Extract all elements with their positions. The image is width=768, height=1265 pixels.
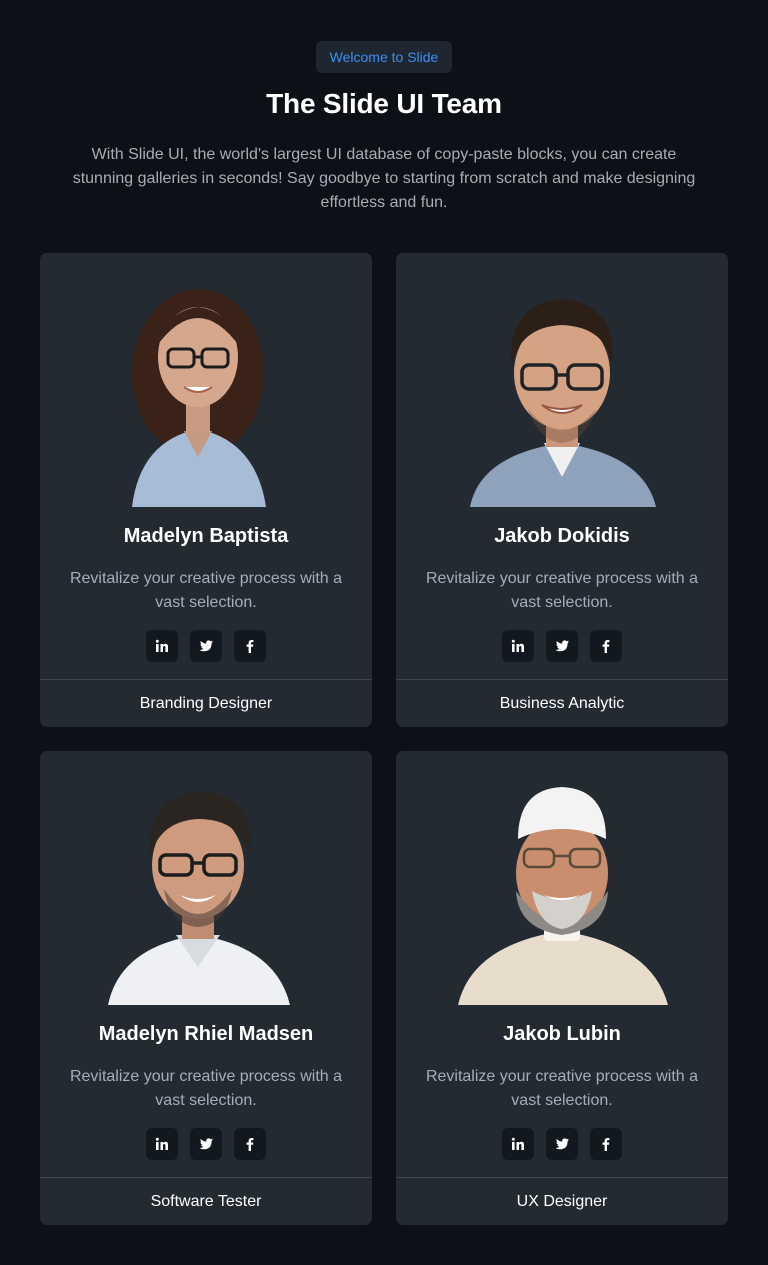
team-section: Welcome to Slide The Slide UI Team With …: [0, 0, 768, 1265]
page-title: The Slide UI Team: [266, 88, 502, 119]
twitter-icon[interactable]: [546, 1128, 578, 1160]
member-role: Business Analytic: [499, 694, 625, 712]
team-card: Jakob Dokidis Revitalize your creative p…: [396, 253, 728, 727]
facebook-icon[interactable]: [590, 630, 622, 662]
member-description: Revitalize your creative process with a …: [69, 570, 343, 611]
member-photo: [436, 779, 688, 1005]
linkedin-icon[interactable]: [502, 1128, 534, 1160]
facebook-icon[interactable]: [234, 630, 266, 662]
member-photo: [80, 281, 332, 507]
member-photo: [436, 281, 688, 507]
facebook-icon[interactable]: [234, 1128, 266, 1160]
member-name: Jakob Dokidis: [494, 525, 630, 547]
facebook-icon[interactable]: [590, 1128, 622, 1160]
member-photo: [80, 779, 332, 1005]
member-description: Revitalize your creative process with a …: [425, 570, 699, 611]
linkedin-icon[interactable]: [146, 1128, 178, 1160]
twitter-icon[interactable]: [546, 630, 578, 662]
linkedin-icon[interactable]: [502, 630, 534, 662]
member-role: Branding Designer: [139, 694, 273, 712]
member-role: UX Designer: [516, 1192, 608, 1210]
welcome-badge: Welcome to Slide: [316, 41, 452, 73]
twitter-icon[interactable]: [190, 630, 222, 662]
social-links: [40, 630, 372, 662]
member-description: Revitalize your creative process with a …: [69, 1068, 343, 1109]
social-links: [396, 1128, 728, 1160]
team-card: Madelyn Baptista Revitalize your creativ…: [40, 253, 372, 727]
twitter-icon[interactable]: [190, 1128, 222, 1160]
member-name: Madelyn Rhiel Madsen: [98, 1023, 314, 1045]
social-links: [396, 630, 728, 662]
member-name: Madelyn Baptista: [123, 525, 289, 547]
member-description: Revitalize your creative process with a …: [425, 1068, 699, 1109]
page-subtitle: With Slide UI, the world's largest UI da…: [72, 146, 696, 211]
team-card: Jakob Lubin Revitalize your creative pro…: [396, 751, 728, 1225]
linkedin-icon[interactable]: [146, 630, 178, 662]
member-role: Software Tester: [150, 1192, 262, 1210]
social-links: [40, 1128, 372, 1160]
member-name: Jakob Lubin: [503, 1023, 621, 1045]
team-card: Madelyn Rhiel Madsen Revitalize your cre…: [40, 751, 372, 1225]
